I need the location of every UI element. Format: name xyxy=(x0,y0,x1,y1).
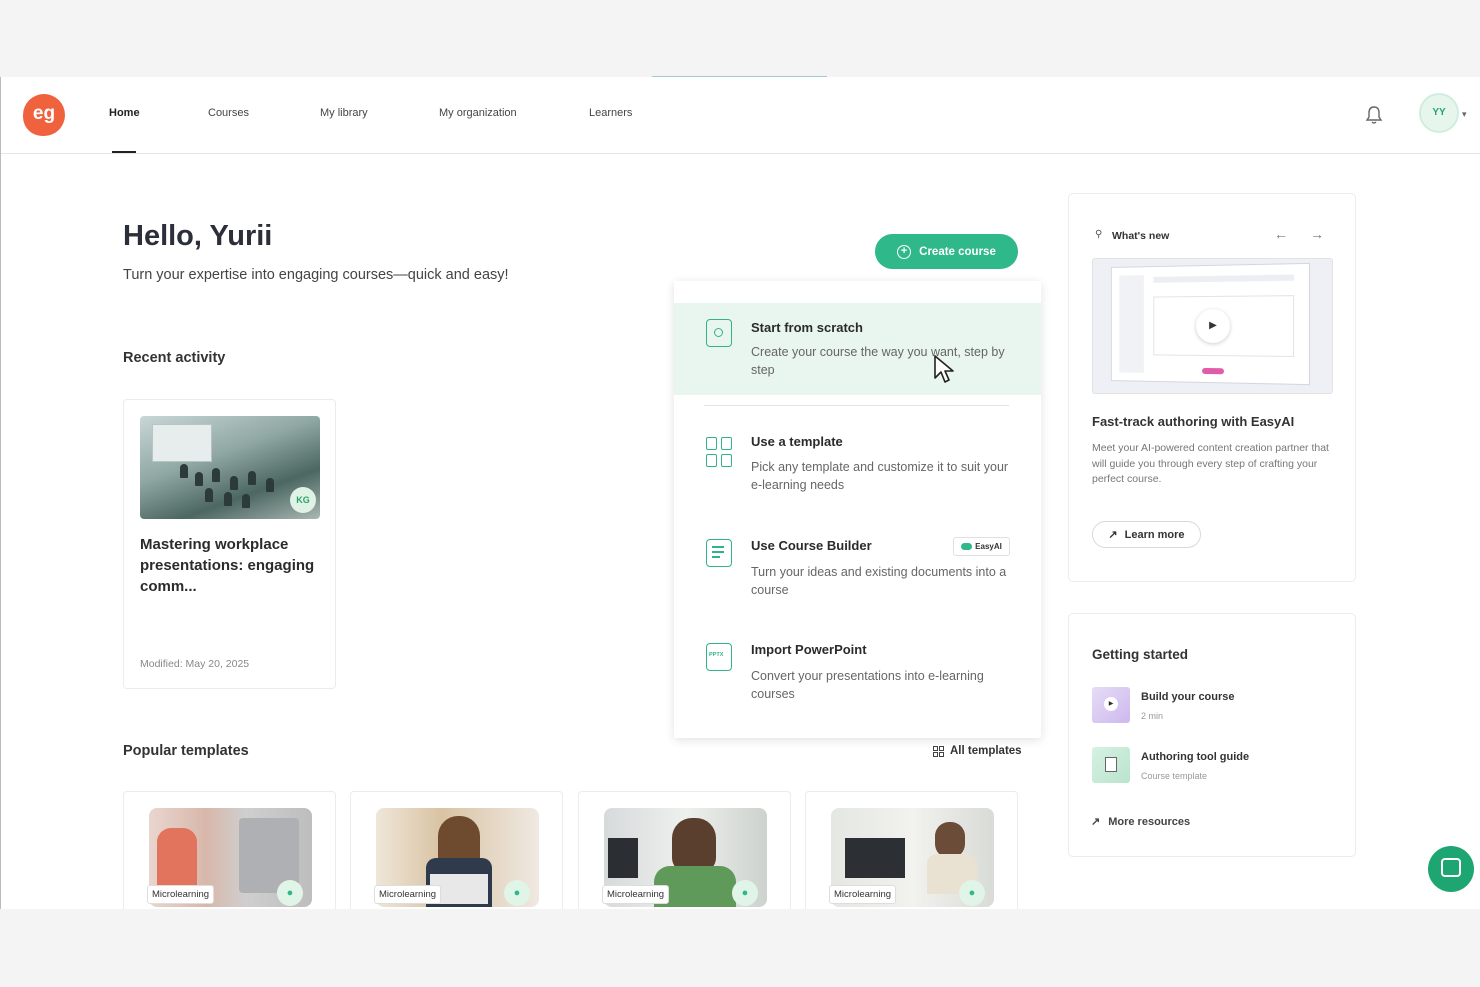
getting-started-panel: Getting started ▶ Build your course 2 mi… xyxy=(1068,613,1356,857)
create-course-label: Create course xyxy=(919,245,996,258)
option-course-builder[interactable]: Use Course Builder Turn your ideas and e… xyxy=(674,521,1041,603)
recent-course-card[interactable]: KG Mastering workplace presentations: en… xyxy=(123,399,336,689)
arrow-left-icon[interactable]: ← xyxy=(1274,226,1288,242)
all-templates-label: All templates xyxy=(950,745,1022,757)
new-file-icon xyxy=(706,319,732,347)
play-icon[interactable]: ▶ xyxy=(1196,309,1230,343)
robot-icon xyxy=(961,543,973,550)
logo[interactable]: eg xyxy=(23,94,65,136)
template-card[interactable]: Microlearning ● xyxy=(805,791,1018,909)
external-link-icon: ↗ xyxy=(1091,816,1101,828)
course-builder-icon xyxy=(706,539,732,567)
option-title: Use a template xyxy=(751,434,843,449)
nav-courses[interactable]: Courses xyxy=(208,107,249,119)
authoring-guide-meta: Course template xyxy=(1141,771,1208,781)
whats-new-panel: ⚲ What's new ← → ▶ Fast-track authoring … xyxy=(1068,193,1356,582)
recent-course-modified: Modified: May 20, 2025 xyxy=(140,658,250,670)
bell-icon[interactable] xyxy=(1365,105,1383,125)
mouse-cursor-icon xyxy=(933,354,959,386)
template-badge: Microlearning xyxy=(374,885,442,904)
getting-started-title: Getting started xyxy=(1092,647,1189,662)
pin-icon: ⚲ xyxy=(1095,229,1103,240)
create-course-menu: Start from scratch Create your course th… xyxy=(674,281,1041,738)
option-title: Import PowerPoint xyxy=(751,642,867,657)
whats-new-title: Fast-track authoring with EasyAI xyxy=(1092,414,1295,429)
option-import-powerpoint[interactable]: PPTX Import PowerPoint Convert your pres… xyxy=(674,625,1041,707)
chat-support-button[interactable] xyxy=(1428,846,1474,892)
active-nav-indicator xyxy=(112,151,136,153)
whats-new-video-thumbnail[interactable]: ▶ xyxy=(1092,258,1333,394)
nav-learners[interactable]: Learners xyxy=(589,107,632,119)
more-resources-link[interactable]: ↗ More resources xyxy=(1091,815,1191,829)
page-title: Hello, Yurii xyxy=(123,220,273,252)
learn-more-button[interactable]: ↗ Learn more xyxy=(1092,521,1201,548)
authoring-guide-thumbnail[interactable] xyxy=(1092,747,1130,783)
build-course-meta: 2 min xyxy=(1141,711,1164,721)
chevron-down-icon[interactable]: ▾ xyxy=(1462,109,1467,120)
arrow-right-icon[interactable]: → xyxy=(1310,226,1324,242)
recent-course-title[interactable]: Mastering workplace presentations: engag… xyxy=(140,534,325,597)
author-badge: KG xyxy=(290,487,316,513)
app-window: eg Home Courses My library My organizati… xyxy=(0,77,1480,909)
nav-my-organization[interactable]: My organization xyxy=(439,107,517,119)
build-course-thumbnail[interactable]: ▶ xyxy=(1092,687,1130,723)
more-resources-label: More resources xyxy=(1108,815,1191,828)
recent-activity-title: Recent activity xyxy=(123,350,226,366)
pptx-file-icon: PPTX xyxy=(706,643,732,671)
template-card[interactable]: Microlearning ● xyxy=(350,791,563,909)
popular-templates-title: Popular templates xyxy=(123,743,249,759)
page-subtitle: Turn your expertise into engaging course… xyxy=(123,267,509,283)
template-badge: Microlearning xyxy=(147,885,215,904)
authoring-guide-link[interactable]: Authoring tool guide xyxy=(1141,751,1249,763)
template-type-icon: ● xyxy=(732,880,758,906)
option-title: Use Course Builder xyxy=(751,538,872,553)
option-description: Convert your presentations into e-learni… xyxy=(751,669,984,701)
easyai-label: EasyAI xyxy=(975,542,1002,551)
option-start-from-scratch[interactable]: Start from scratch Create your course th… xyxy=(674,303,1041,395)
option-description: Create your course the way you want, ste… xyxy=(751,345,1005,377)
create-course-button[interactable]: + Create course xyxy=(875,234,1018,269)
nav-my-library[interactable]: My library xyxy=(320,107,368,119)
course-thumbnail: KG xyxy=(140,416,320,519)
plus-circle-icon: + xyxy=(897,244,912,259)
whats-new-label: What's new xyxy=(1112,230,1170,242)
external-link-icon: ↗ xyxy=(1108,529,1118,541)
template-type-icon: ● xyxy=(277,880,303,906)
template-type-icon: ● xyxy=(959,880,985,906)
all-templates-link[interactable]: All templates xyxy=(933,745,1022,757)
template-badge: Microlearning xyxy=(602,885,670,904)
menu-divider xyxy=(704,405,1009,406)
grid-icon xyxy=(933,745,944,757)
option-use-template[interactable]: Use a template Pick any template and cus… xyxy=(674,417,1041,501)
template-card[interactable]: Microlearning ● xyxy=(578,791,791,909)
learn-more-label: Learn more xyxy=(1124,528,1185,541)
chat-icon xyxy=(1441,858,1461,877)
template-type-icon: ● xyxy=(504,880,530,906)
nav-home[interactable]: Home xyxy=(109,107,140,119)
user-avatar[interactable]: YY xyxy=(1419,93,1459,133)
template-card[interactable]: Microlearning ● xyxy=(123,791,336,909)
option-title: Start from scratch xyxy=(751,320,863,335)
easyai-badge: EasyAI xyxy=(953,537,1010,556)
build-course-link[interactable]: Build your course xyxy=(1141,691,1235,703)
whats-new-description: Meet your AI-powered content creation pa… xyxy=(1092,442,1329,485)
top-navbar: eg Home Courses My library My organizati… xyxy=(1,77,1480,154)
template-grid-icon xyxy=(706,437,732,467)
option-description: Turn your ideas and existing documents i… xyxy=(751,565,1007,597)
option-description: Pick any template and customize it to su… xyxy=(751,460,1009,492)
template-badge: Microlearning xyxy=(829,885,897,904)
